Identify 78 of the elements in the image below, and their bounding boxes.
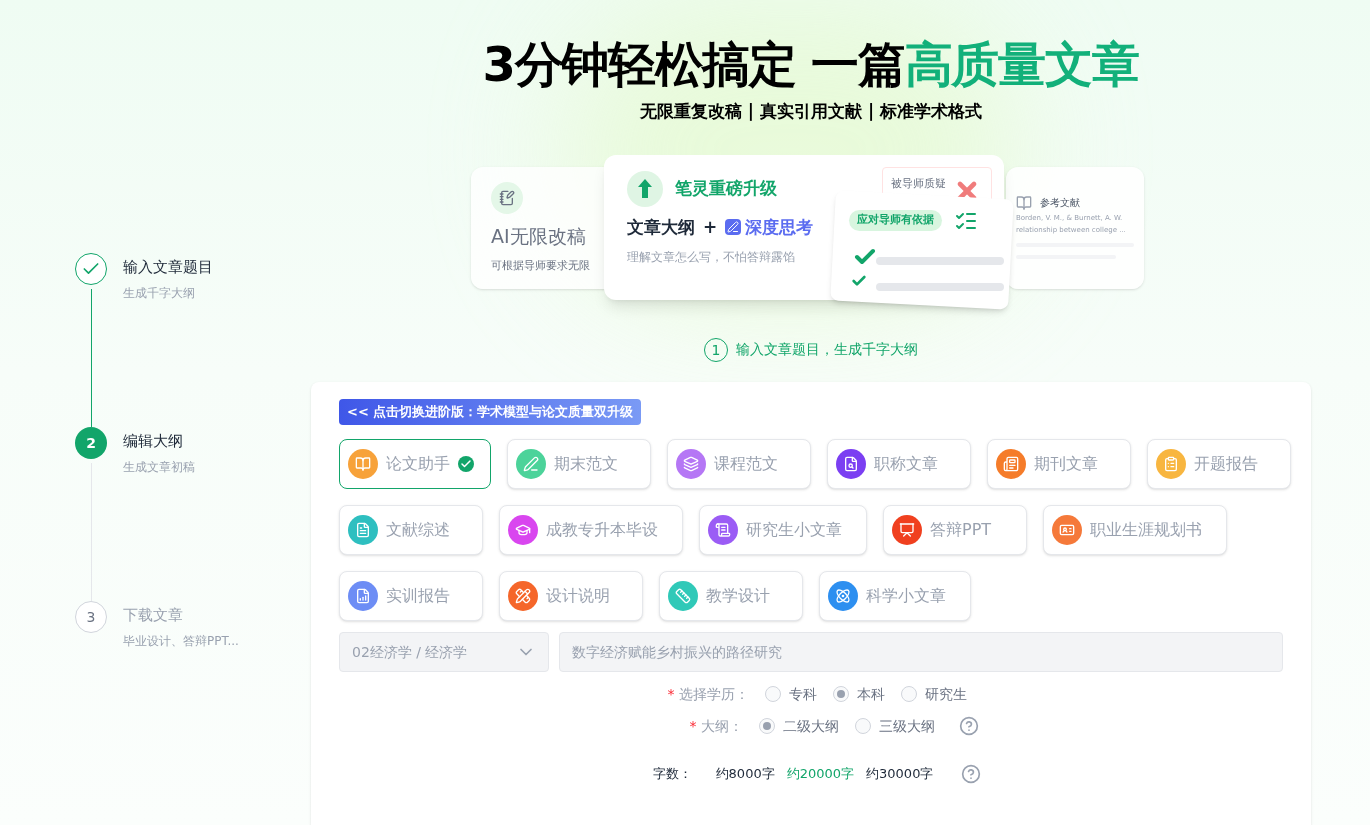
layers-icon bbox=[676, 448, 706, 479]
word-count-option[interactable]: 约20000字 bbox=[786, 763, 855, 784]
radio-button[interactable] bbox=[854, 717, 871, 734]
topic-input-field[interactable]: 数字经济赋能乡村振兴的路径研究 bbox=[559, 631, 1283, 672]
step-number: 2 bbox=[75, 427, 107, 459]
help-icon[interactable] bbox=[961, 763, 982, 784]
document-type-option[interactable]: 论文助手 bbox=[339, 438, 491, 489]
reference-title: 参考文献 bbox=[1040, 196, 1080, 210]
scroll-icon bbox=[708, 514, 738, 545]
document-type-option[interactable]: 文献综述 bbox=[339, 504, 483, 555]
atom-icon bbox=[828, 580, 858, 611]
feature-label: 深度思考 bbox=[745, 215, 814, 239]
presentation-icon bbox=[892, 514, 922, 545]
pencil-ruler-icon bbox=[508, 580, 538, 611]
feature-desc: 理解文章怎么写，不怕答辩露馅 bbox=[627, 249, 796, 266]
word-count-option[interactable]: 约8000字 bbox=[715, 763, 775, 784]
file-search-icon bbox=[836, 448, 866, 479]
step-subtitle: 毕业设计、答辩PPT... bbox=[123, 633, 239, 649]
radio-button[interactable] bbox=[758, 717, 775, 734]
radio-label: 三级大纲 bbox=[878, 716, 935, 736]
word-count-option[interactable]: 约30000字 bbox=[866, 763, 934, 784]
pen-icon bbox=[516, 448, 546, 479]
step-subtitle: 生成文章初稿 bbox=[123, 459, 195, 475]
feature-desc: 可根据导师要求无限 bbox=[491, 258, 591, 274]
radio-option[interactable]: 三级大纲 bbox=[854, 715, 935, 736]
headline: 3分钟轻松搞定 一篇高质量文章 bbox=[482, 35, 1139, 94]
radio-label: 专科 bbox=[788, 684, 817, 704]
document-type-option[interactable]: 课程范文 bbox=[667, 438, 811, 489]
graduation-cap-icon bbox=[508, 514, 538, 545]
version-switch-banner[interactable]: << 点击切换进阶版：学术模型与论文质量双升级 bbox=[339, 398, 642, 425]
id-card-icon bbox=[1052, 514, 1082, 545]
document-type-option[interactable]: 职称文章 bbox=[827, 438, 971, 489]
radio-label: 二级大纲 bbox=[782, 716, 839, 736]
field-label: * 大纲： bbox=[689, 716, 743, 736]
document-type-option[interactable]: 期末范文 bbox=[507, 438, 651, 489]
newspaper-icon bbox=[996, 448, 1026, 479]
help-icon[interactable] bbox=[958, 715, 979, 736]
report-icon bbox=[348, 580, 378, 611]
radio-option[interactable]: 二级大纲 bbox=[758, 715, 839, 736]
radio-label: 本科 bbox=[856, 684, 885, 704]
book-icon bbox=[1016, 194, 1032, 211]
radio-option[interactable]: 专科 bbox=[764, 683, 817, 704]
document-type-option[interactable]: 教学设计 bbox=[659, 570, 803, 621]
document-type-option[interactable]: 实训报告 bbox=[339, 570, 483, 621]
document-type-option[interactable]: 科学小文章 bbox=[819, 570, 971, 621]
book-icon bbox=[348, 448, 378, 479]
document-type-option[interactable]: 职业生涯规划书 bbox=[1043, 504, 1227, 555]
feature-label: 文章大纲 bbox=[627, 215, 695, 239]
radio-button[interactable] bbox=[900, 685, 917, 702]
document-type-option[interactable]: 设计说明 bbox=[499, 570, 643, 621]
step-title: 下载文章 bbox=[123, 605, 184, 625]
radio-option[interactable]: 研究生 bbox=[900, 683, 967, 704]
clipboard-icon bbox=[1156, 448, 1186, 479]
document-type-option[interactable]: 期刊文章 bbox=[987, 438, 1131, 489]
feature-title: AI无限改稿 bbox=[491, 223, 587, 249]
badge: 应对导师有依据 bbox=[849, 210, 942, 231]
radio-button[interactable] bbox=[764, 685, 781, 702]
document-type-option[interactable]: 答辩PPT bbox=[883, 504, 1027, 555]
radio-button[interactable] bbox=[832, 685, 849, 702]
document-type-option[interactable]: 研究生小文章 bbox=[699, 504, 867, 555]
ruler-icon bbox=[668, 580, 698, 611]
document-type-option[interactable]: 开题报告 bbox=[1147, 438, 1291, 489]
step-title: 输入文章题目 bbox=[123, 257, 213, 277]
plus-sign: + bbox=[703, 215, 718, 239]
step-number: 3 bbox=[75, 601, 107, 633]
subject-select[interactable]: 02经济学 / 经济学 bbox=[339, 631, 549, 672]
field-label: 字数： bbox=[652, 764, 692, 783]
step-title: 编辑大纲 bbox=[123, 431, 184, 451]
field-label: * 选择学历： bbox=[667, 684, 749, 704]
document-icon bbox=[348, 514, 378, 545]
check-icon bbox=[458, 455, 474, 472]
radio-option[interactable]: 本科 bbox=[832, 683, 885, 704]
tagline: 无限重复改稿 | 真实引用文献 | 标准学术格式 bbox=[639, 100, 983, 123]
upgrade-title: 笔灵重磅升级 bbox=[675, 176, 777, 200]
document-type-option[interactable]: 成教专升本毕设 bbox=[499, 504, 683, 555]
step-caption: 输入文章题目，生成千字大纲 bbox=[736, 340, 918, 359]
step-subtitle: 生成千字大纲 bbox=[123, 285, 196, 301]
radio-label: 研究生 bbox=[924, 684, 967, 704]
